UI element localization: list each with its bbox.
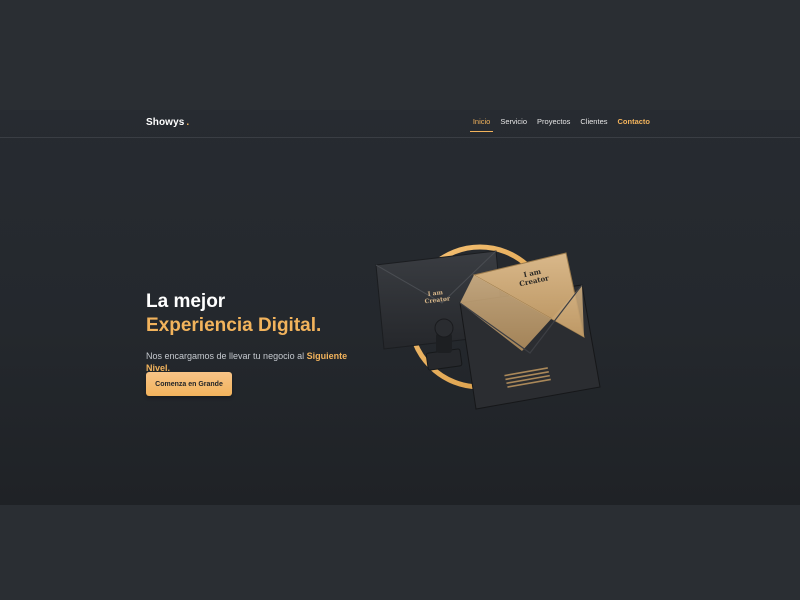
headline-line-1: La mejor	[146, 290, 226, 312]
navbar: Showys. Inicio Servicio Proyectos Client…	[0, 110, 800, 138]
main-nav: Inicio Servicio Proyectos Clientes Conta…	[469, 117, 651, 132]
nav-item-servicio[interactable]: Servicio	[500, 117, 527, 132]
brand-dot: .	[186, 117, 190, 128]
hero-section: Showys. Inicio Servicio Proyectos Client…	[0, 110, 800, 505]
headline-line-2: Experiencia Digital.	[146, 314, 322, 336]
cta-button[interactable]: Comenza en Grande	[146, 372, 232, 396]
nav-item-inicio[interactable]: Inicio	[469, 117, 493, 132]
hero-subtitle: Nos encargamos de llevar tu negocio al S…	[146, 350, 356, 374]
nav-item-clientes[interactable]: Clientes	[580, 117, 607, 132]
nav-item-proyectos[interactable]: Proyectos	[537, 117, 570, 132]
nav-item-contacto[interactable]: Contacto	[618, 117, 651, 132]
hero-headline: La mejor Experiencia Digital.	[146, 290, 321, 338]
brand-name: Showys	[146, 117, 185, 128]
envelope-front: I am Creator	[459, 252, 601, 410]
page: Showys. Inicio Servicio Proyectos Client…	[0, 0, 800, 600]
envelopes-illustration: I am Creator I am Creator	[375, 244, 601, 410]
subtitle-prefix: Nos encargamos de llevar tu negocio al	[146, 351, 307, 361]
brand-logo[interactable]: Showys.	[146, 117, 189, 128]
